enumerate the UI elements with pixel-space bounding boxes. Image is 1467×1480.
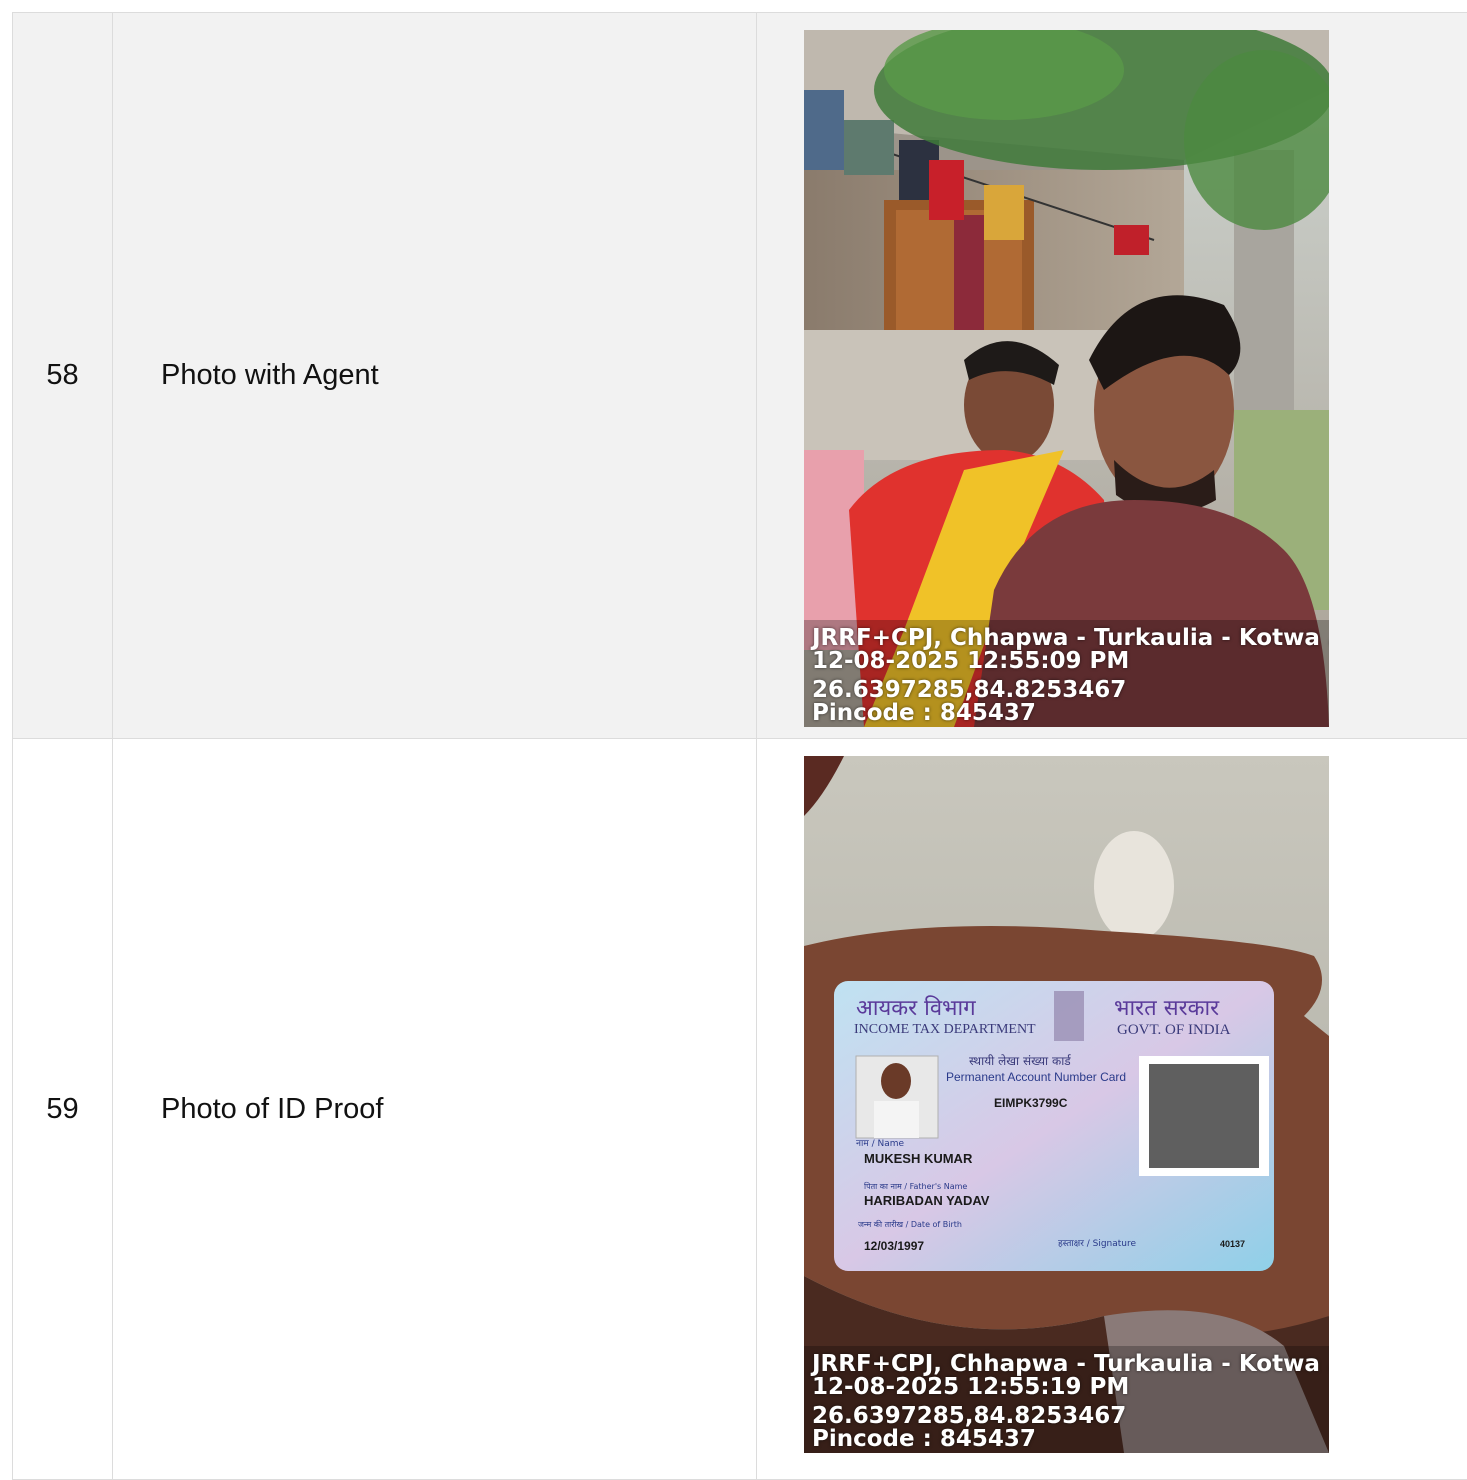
photo-geotag-overlay: JRRF+CPJ, Chhapwa - Turkaulia - Kotwa ..… bbox=[812, 1353, 1329, 1451]
card-govt-hindi: भारत सरकार bbox=[1114, 996, 1220, 1021]
geotag-coords: 26.6397285,84.8253467 bbox=[812, 677, 1127, 703]
card-dept-hindi: आयकर विभाग bbox=[856, 996, 976, 1021]
row-label: Photo with Agent bbox=[161, 359, 379, 391]
document-table: 58 Photo with Agent JRRF+CPJ, Chhapwa - … bbox=[12, 12, 1467, 1480]
geotag-pincode: Pincode : 845437 bbox=[812, 700, 1036, 726]
card-dob-label: जन्म की तारीख / Date of Birth bbox=[858, 1220, 962, 1229]
row-label: Photo of ID Proof bbox=[161, 1092, 384, 1125]
card-father-label: पिता का नाम / Father's Name bbox=[864, 1182, 968, 1191]
row-number-cell: 58 bbox=[13, 13, 113, 738]
geotag-location: JRRF+CPJ, Chhapwa - Turkaulia - Kotwa ..… bbox=[812, 625, 1329, 651]
row-number: 59 bbox=[46, 1092, 79, 1125]
table-row: 58 Photo with Agent JRRF+CPJ, Chhapwa - … bbox=[13, 13, 1467, 739]
card-govt-english: GOVT. OF INDIA bbox=[1117, 1022, 1231, 1038]
table-row: 59 Photo of ID Proof आयकर विभाग INCOME T… bbox=[13, 739, 1467, 1480]
photo-geotag-overlay: JRRF+CPJ, Chhapwa - Turkaulia - Kotwa ..… bbox=[812, 627, 1329, 725]
row-label-cell: Photo of ID Proof bbox=[113, 739, 757, 1479]
card-serial: 40137 bbox=[1220, 1239, 1246, 1249]
card-dept-english: INCOME TAX DEPARTMENT bbox=[854, 1022, 1036, 1037]
selfie-photo[interactable]: JRRF+CPJ, Chhapwa - Turkaulia - Kotwa ..… bbox=[804, 30, 1329, 727]
geotag-pincode: Pincode : 845437 bbox=[812, 1426, 1036, 1452]
row-photo-cell: JRRF+CPJ, Chhapwa - Turkaulia - Kotwa ..… bbox=[757, 13, 1467, 738]
card-father-name: HARIBADAN YADAV bbox=[864, 1193, 990, 1208]
card-name-label: नाम / Name bbox=[856, 1139, 905, 1149]
card-title-hindi: स्थायी लेखा संख्या कार्ड bbox=[969, 1054, 1071, 1068]
row-number-cell: 59 bbox=[13, 739, 113, 1479]
card-title-english: Permanent Account Number Card bbox=[946, 1070, 1127, 1084]
card-signature-label: हस्ताक्षर / Signature bbox=[1058, 1239, 1137, 1249]
row-photo-cell: आयकर विभाग INCOME TAX DEPARTMENT भारत सर… bbox=[757, 739, 1467, 1479]
geotag-location: JRRF+CPJ, Chhapwa - Turkaulia - Kotwa ..… bbox=[812, 1351, 1329, 1377]
row-number: 58 bbox=[46, 359, 79, 391]
geotag-datetime: 12-08-2025 12:55:09 PM bbox=[812, 648, 1130, 674]
id-proof-photo[interactable]: आयकर विभाग INCOME TAX DEPARTMENT भारत सर… bbox=[804, 756, 1329, 1453]
card-pan-number: EIMPK3799C bbox=[994, 1096, 1068, 1110]
geotag-datetime: 12-08-2025 12:55:19 PM bbox=[812, 1374, 1130, 1400]
card-dob: 12/03/1997 bbox=[864, 1239, 925, 1253]
geotag-coords: 26.6397285,84.8253467 bbox=[812, 1403, 1127, 1429]
row-label-cell: Photo with Agent bbox=[113, 13, 757, 738]
selfie-photo-icon bbox=[804, 30, 1329, 727]
card-name: MUKESH KUMAR bbox=[864, 1151, 973, 1166]
